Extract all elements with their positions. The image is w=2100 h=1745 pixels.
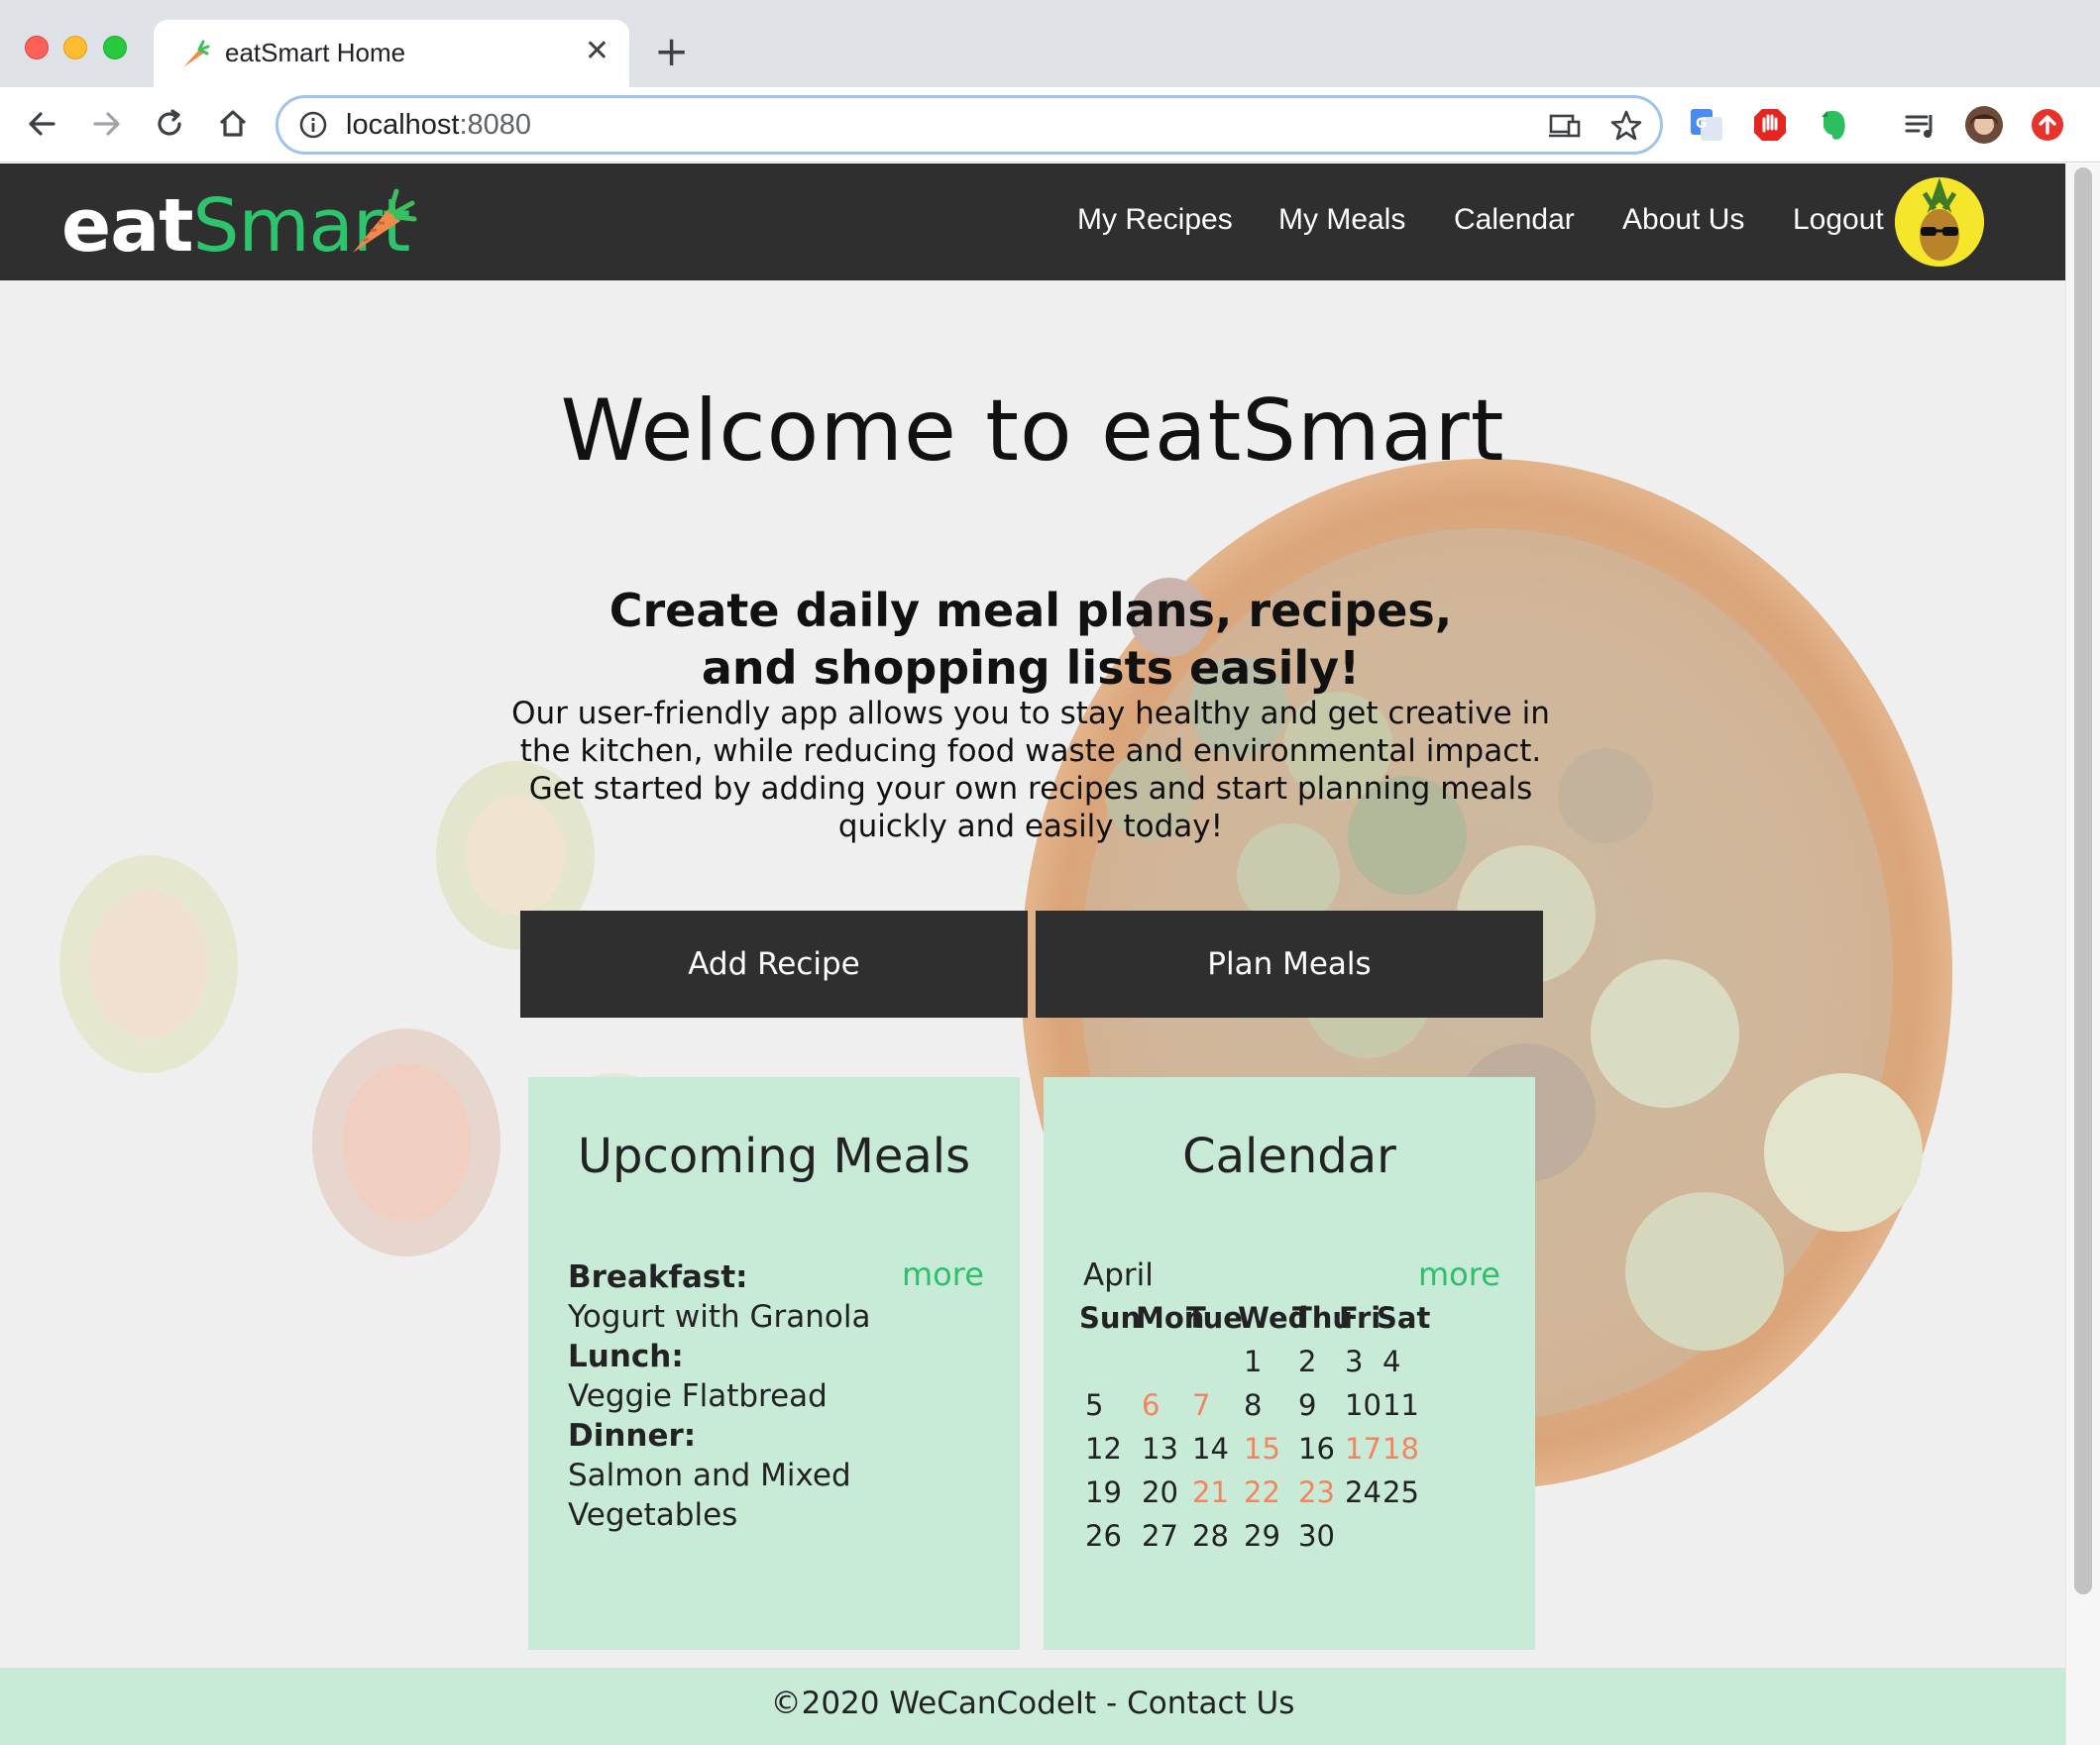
home-icon[interactable] — [210, 101, 256, 147]
meal-list: Breakfast: Yogurt with Granola Lunch: Ve… — [568, 1257, 870, 1535]
calendar-day[interactable]: 7 — [1192, 1388, 1210, 1422]
calendar-day[interactable]: 20 — [1142, 1475, 1178, 1509]
calendar-card: Calendar April more Sun Mon Tue Wed Thu Fri Sa… — [1044, 1077, 1535, 1650]
calendar-day[interactable]: 6 — [1142, 1388, 1160, 1422]
calendar-day[interactable]: 12 — [1085, 1432, 1122, 1466]
logo-eat-text: eat — [61, 183, 193, 269]
update-arrow-icon[interactable] — [2028, 105, 2067, 145]
nav-logout[interactable]: Logout — [1793, 203, 1884, 237]
svg-text:G: G — [1696, 116, 1708, 132]
calendar-day[interactable]: 18 — [1382, 1432, 1419, 1466]
address-bar[interactable]: localhost:8080 — [276, 95, 1663, 155]
calendar-day[interactable]: 1 — [1244, 1345, 1262, 1378]
breakfast-item: Yogurt with Granola — [568, 1299, 871, 1335]
page-title: Welcome to eatSmart — [560, 382, 1505, 481]
calendar-day[interactable]: 14 — [1192, 1432, 1229, 1466]
calendar-day[interactable]: 21 — [1192, 1475, 1229, 1509]
cast-devices-icon[interactable] — [1547, 108, 1583, 144]
reload-icon[interactable] — [147, 101, 192, 147]
carrot-logo-icon — [353, 188, 417, 253]
calendar-day[interactable]: 13 — [1142, 1432, 1178, 1466]
calendar-day[interactable]: 29 — [1244, 1519, 1280, 1553]
calendar-day[interactable]: 24 — [1345, 1475, 1382, 1509]
weekday-label: Tue — [1186, 1301, 1243, 1335]
forward-arrow-icon[interactable] — [83, 101, 129, 147]
calendar-day[interactable]: 3 — [1345, 1345, 1363, 1378]
calendar-day[interactable]: 23 — [1298, 1475, 1335, 1509]
calendar-day[interactable]: 11 — [1382, 1388, 1419, 1422]
site-navbar: eatSmart My Recipes My Meals Calendar Ab… — [0, 164, 2065, 280]
calendar-day[interactable]: 17 — [1345, 1432, 1382, 1466]
nav-calendar[interactable]: Calendar — [1454, 203, 1575, 237]
weekday-label: Sat — [1377, 1301, 1431, 1335]
upcoming-meals-more-link[interactable]: more — [902, 1255, 984, 1293]
calendar-month: April — [1083, 1257, 1154, 1293]
calendar-more-link[interactable]: more — [1418, 1255, 1500, 1293]
url-text[interactable]: localhost:8080 — [346, 109, 531, 142]
calendar-title: Calendar — [1182, 1129, 1396, 1184]
calendar-day[interactable]: 16 — [1298, 1432, 1335, 1466]
dinner-label: Dinner: — [568, 1418, 697, 1454]
calendar-day[interactable]: 30 — [1298, 1519, 1335, 1553]
dinner-item-line2: Vegetables — [568, 1497, 738, 1533]
calendar-day[interactable]: 4 — [1382, 1345, 1400, 1378]
nav-my-recipes[interactable]: My Recipes — [1077, 203, 1233, 237]
nav-my-meals[interactable]: My Meals — [1278, 203, 1405, 237]
tab-title: eatSmart Home — [225, 38, 406, 67]
calendar-day[interactable]: 10 — [1345, 1388, 1382, 1422]
new-tab-icon[interactable]: + — [654, 30, 689, 73]
breakfast-label: Breakfast: — [568, 1259, 748, 1295]
calendar-day[interactable]: 9 — [1298, 1388, 1316, 1422]
scrollbar-thumb[interactable] — [2074, 167, 2092, 1594]
hero-background-photo — [0, 280, 2065, 1668]
calendar-day[interactable]: 27 — [1142, 1519, 1178, 1553]
upcoming-meals-title: Upcoming Meals — [577, 1129, 971, 1184]
hero-subtitle: Create daily meal plans, recipes, and sh… — [608, 584, 1453, 695]
evernote-icon[interactable] — [1814, 105, 1853, 145]
adblock-hand-icon[interactable] — [1750, 105, 1790, 145]
upcoming-meals-card: Upcoming Meals more Breakfast: Yogurt wi… — [528, 1077, 1020, 1650]
profile-avatar-icon[interactable] — [1964, 105, 2004, 145]
hero-description: Our user-friendly app allows you to stay… — [511, 696, 1550, 844]
back-arrow-icon[interactable] — [20, 101, 65, 147]
user-avatar[interactable] — [1895, 177, 1984, 267]
google-translate-icon[interactable]: G — [1687, 105, 1726, 145]
browser-toolbar: localhost:8080 G — [0, 87, 2100, 163]
site-info-icon[interactable] — [298, 110, 328, 140]
media-queue-icon[interactable] — [1901, 105, 1940, 145]
calendar-day[interactable]: 19 — [1085, 1475, 1122, 1509]
calendar-day[interactable]: 15 — [1244, 1432, 1280, 1466]
fruit-bowl-image — [0, 280, 2065, 1668]
lunch-label: Lunch: — [568, 1339, 684, 1374]
dinner-item-line1: Salmon and Mixed — [568, 1458, 851, 1493]
window-zoom-button[interactable] — [103, 36, 127, 59]
calendar-day[interactable]: 5 — [1085, 1388, 1103, 1422]
lunch-item: Veggie Flatbread — [568, 1378, 828, 1414]
calendar-day[interactable]: 25 — [1382, 1475, 1419, 1509]
weekday-label: Sun — [1079, 1301, 1142, 1335]
tab-close-icon[interactable]: ✕ — [585, 34, 609, 69]
nav-about-us[interactable]: About Us — [1622, 203, 1744, 237]
footer-copyright[interactable]: ©2020 WeCanCodeIt - Contact Us — [0, 1686, 2065, 1721]
weekday-label: Fri — [1339, 1301, 1382, 1335]
site-footer: ©2020 WeCanCodeIt - Contact Us — [0, 1668, 2065, 1745]
window-close-button[interactable] — [25, 36, 49, 59]
calendar-day[interactable]: 8 — [1244, 1388, 1262, 1422]
calendar-day[interactable]: 26 — [1085, 1519, 1122, 1553]
page-viewport: eatSmart My Recipes My Meals Calendar Ab… — [0, 164, 2065, 1745]
plan-meals-button[interactable]: Plan Meals — [1036, 911, 1543, 1018]
browser-tab-active[interactable]: eatSmart Home ✕ — [154, 20, 629, 87]
window-minimize-button[interactable] — [63, 36, 87, 59]
calendar-day[interactable]: 2 — [1298, 1345, 1316, 1378]
page-scrollbar[interactable] — [2065, 164, 2100, 1745]
calendar-day[interactable]: 28 — [1192, 1519, 1229, 1553]
calendar-day[interactable]: 22 — [1244, 1475, 1280, 1509]
add-recipe-button[interactable]: Add Recipe — [520, 911, 1028, 1018]
bookmark-star-icon[interactable] — [1608, 108, 1644, 144]
carrot-favicon-icon — [183, 40, 210, 67]
pineapple-avatar-icon — [1895, 177, 1984, 267]
browser-tab-strip: eatSmart Home ✕ + — [0, 0, 2100, 87]
